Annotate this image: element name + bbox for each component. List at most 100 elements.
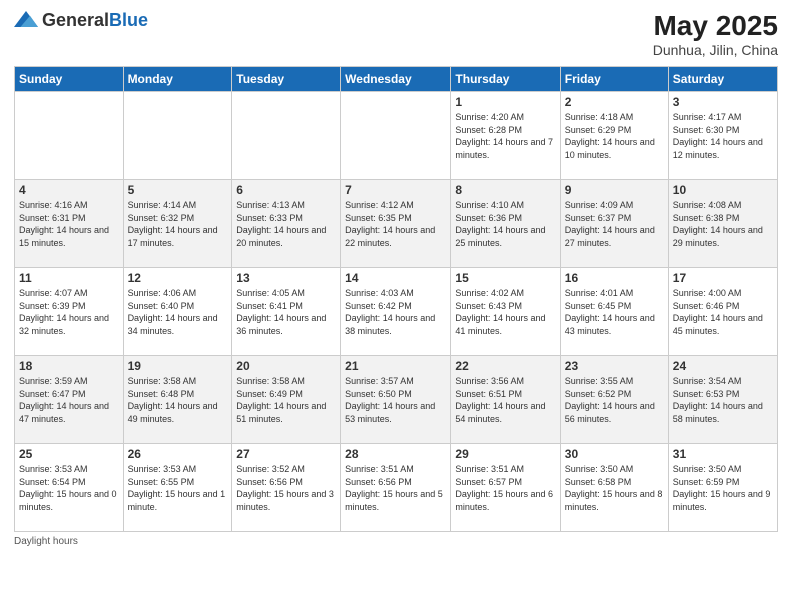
day-cell: 11 Sunrise: 4:07 AM Sunset: 6:39 PM Dayli… xyxy=(15,268,124,356)
month-year: May 2025 xyxy=(653,10,778,42)
col-wednesday: Wednesday xyxy=(341,67,451,92)
day-cell: 27 Sunrise: 3:52 AM Sunset: 6:56 PM Dayli… xyxy=(232,444,341,532)
title-block: May 2025 Dunhua, Jilin, China xyxy=(653,10,778,58)
day-info: Sunrise: 3:54 AM Sunset: 6:53 PM Dayligh… xyxy=(673,375,773,425)
col-monday: Monday xyxy=(123,67,232,92)
day-info: Sunrise: 3:53 AM Sunset: 6:55 PM Dayligh… xyxy=(128,463,228,513)
header: GeneralBlue May 2025 Dunhua, Jilin, Chin… xyxy=(14,10,778,58)
day-info: Sunrise: 4:20 AM Sunset: 6:28 PM Dayligh… xyxy=(455,111,555,161)
page: GeneralBlue May 2025 Dunhua, Jilin, Chin… xyxy=(0,0,792,612)
day-cell: 10Sunrise: 4:08 AM Sunset: 6:38 PM Dayli… xyxy=(668,180,777,268)
day-number: 8 xyxy=(455,183,555,197)
day-cell xyxy=(123,92,232,180)
day-number: 23 xyxy=(565,359,664,373)
day-cell: 30 Sunrise: 3:50 AM Sunset: 6:58 PM Dayli… xyxy=(560,444,668,532)
day-cell: 4 Sunrise: 4:16 AM Sunset: 6:31 PM Daylig… xyxy=(15,180,124,268)
col-tuesday: Tuesday xyxy=(232,67,341,92)
day-cell: 19Sunrise: 3:58 AM Sunset: 6:48 PM Dayli… xyxy=(123,356,232,444)
day-info: Sunrise: 3:59 AM Sunset: 6:47 PM Dayligh… xyxy=(19,375,119,425)
day-cell: 15Sunrise: 4:02 AM Sunset: 6:43 PM Dayli… xyxy=(451,268,560,356)
day-cell: 16 Sunrise: 4:01 AM Sunset: 6:45 PM Dayli… xyxy=(560,268,668,356)
day-info: Sunrise: 4:02 AM Sunset: 6:43 PM Dayligh… xyxy=(455,287,555,337)
day-number: 27 xyxy=(236,447,336,461)
day-cell: 1 Sunrise: 4:20 AM Sunset: 6:28 PM Daylig… xyxy=(451,92,560,180)
day-info: Sunrise: 4:03 AM Sunset: 6:42 PM Dayligh… xyxy=(345,287,446,337)
col-sunday: Sunday xyxy=(15,67,124,92)
day-cell: 13 Sunrise: 4:05 AM Sunset: 6:41 PM Dayli… xyxy=(232,268,341,356)
day-number: 3 xyxy=(673,95,773,109)
col-saturday: Saturday xyxy=(668,67,777,92)
day-cell: 26 Sunrise: 3:53 AM Sunset: 6:55 PM Dayli… xyxy=(123,444,232,532)
day-number: 5 xyxy=(128,183,228,197)
week-row-0: 1 Sunrise: 4:20 AM Sunset: 6:28 PM Daylig… xyxy=(15,92,778,180)
footer-note: Daylight hours xyxy=(14,536,778,547)
day-info: Sunrise: 3:50 AM Sunset: 6:58 PM Dayligh… xyxy=(565,463,664,513)
day-number: 16 xyxy=(565,271,664,285)
day-cell: 3 Sunrise: 4:17 AM Sunset: 6:30 PM Daylig… xyxy=(668,92,777,180)
day-number: 6 xyxy=(236,183,336,197)
day-number: 26 xyxy=(128,447,228,461)
day-cell: 17 Sunrise: 4:00 AM Sunset: 6:46 PM Dayli… xyxy=(668,268,777,356)
day-number: 17 xyxy=(673,271,773,285)
day-cell: 8 Sunrise: 4:10 AM Sunset: 6:36 PM Daylig… xyxy=(451,180,560,268)
day-info: Sunrise: 3:51 AM Sunset: 6:57 PM Dayligh… xyxy=(455,463,555,513)
day-number: 11 xyxy=(19,271,119,285)
week-row-2: 11 Sunrise: 4:07 AM Sunset: 6:39 PM Dayli… xyxy=(15,268,778,356)
col-thursday: Thursday xyxy=(451,67,560,92)
day-number: 13 xyxy=(236,271,336,285)
week-row-1: 4 Sunrise: 4:16 AM Sunset: 6:31 PM Daylig… xyxy=(15,180,778,268)
day-cell: 23 Sunrise: 3:55 AM Sunset: 6:52 PM Dayli… xyxy=(560,356,668,444)
location: Dunhua, Jilin, China xyxy=(653,42,778,58)
day-info: Sunrise: 4:16 AM Sunset: 6:31 PM Dayligh… xyxy=(19,199,119,249)
day-cell: 5Sunrise: 4:14 AM Sunset: 6:32 PM Daylig… xyxy=(123,180,232,268)
calendar: Sunday Monday Tuesday Wednesday Thursday… xyxy=(14,66,778,532)
day-number: 18 xyxy=(19,359,119,373)
day-info: Sunrise: 4:07 AM Sunset: 6:39 PM Dayligh… xyxy=(19,287,119,337)
day-number: 31 xyxy=(673,447,773,461)
logo: GeneralBlue xyxy=(14,10,148,31)
day-cell: 29 Sunrise: 3:51 AM Sunset: 6:57 PM Dayli… xyxy=(451,444,560,532)
header-row: Sunday Monday Tuesday Wednesday Thursday… xyxy=(15,67,778,92)
day-info: Sunrise: 3:52 AM Sunset: 6:56 PM Dayligh… xyxy=(236,463,336,513)
day-info: Sunrise: 4:05 AM Sunset: 6:41 PM Dayligh… xyxy=(236,287,336,337)
week-row-4: 25Sunrise: 3:53 AM Sunset: 6:54 PM Dayli… xyxy=(15,444,778,532)
day-info: Sunrise: 4:01 AM Sunset: 6:45 PM Dayligh… xyxy=(565,287,664,337)
day-number: 29 xyxy=(455,447,555,461)
day-info: Sunrise: 4:10 AM Sunset: 6:36 PM Dayligh… xyxy=(455,199,555,249)
logo-blue: Blue xyxy=(109,10,148,30)
day-cell: 22Sunrise: 3:56 AM Sunset: 6:51 PM Dayli… xyxy=(451,356,560,444)
logo-icon xyxy=(14,11,38,31)
day-number: 1 xyxy=(455,95,555,109)
day-cell: 21Sunrise: 3:57 AM Sunset: 6:50 PM Dayli… xyxy=(341,356,451,444)
day-number: 9 xyxy=(565,183,664,197)
day-number: 22 xyxy=(455,359,555,373)
day-cell: 28Sunrise: 3:51 AM Sunset: 6:56 PM Dayli… xyxy=(341,444,451,532)
day-info: Sunrise: 4:17 AM Sunset: 6:30 PM Dayligh… xyxy=(673,111,773,161)
day-info: Sunrise: 4:13 AM Sunset: 6:33 PM Dayligh… xyxy=(236,199,336,249)
day-cell: 2Sunrise: 4:18 AM Sunset: 6:29 PM Daylig… xyxy=(560,92,668,180)
day-number: 4 xyxy=(19,183,119,197)
logo-text: GeneralBlue xyxy=(42,10,148,31)
day-cell: 31Sunrise: 3:50 AM Sunset: 6:59 PM Dayli… xyxy=(668,444,777,532)
day-cell: 18 Sunrise: 3:59 AM Sunset: 6:47 PM Dayli… xyxy=(15,356,124,444)
day-info: Sunrise: 3:57 AM Sunset: 6:50 PM Dayligh… xyxy=(345,375,446,425)
day-info: Sunrise: 4:00 AM Sunset: 6:46 PM Dayligh… xyxy=(673,287,773,337)
day-number: 12 xyxy=(128,271,228,285)
day-info: Sunrise: 3:55 AM Sunset: 6:52 PM Dayligh… xyxy=(565,375,664,425)
day-info: Sunrise: 4:09 AM Sunset: 6:37 PM Dayligh… xyxy=(565,199,664,249)
day-number: 30 xyxy=(565,447,664,461)
day-number: 14 xyxy=(345,271,446,285)
day-number: 7 xyxy=(345,183,446,197)
day-cell: 24 Sunrise: 3:54 AM Sunset: 6:53 PM Dayli… xyxy=(668,356,777,444)
day-cell: 20Sunrise: 3:58 AM Sunset: 6:49 PM Dayli… xyxy=(232,356,341,444)
day-info: Sunrise: 4:08 AM Sunset: 6:38 PM Dayligh… xyxy=(673,199,773,249)
day-cell: 12 Sunrise: 4:06 AM Sunset: 6:40 PM Dayli… xyxy=(123,268,232,356)
day-number: 20 xyxy=(236,359,336,373)
day-cell: 25Sunrise: 3:53 AM Sunset: 6:54 PM Dayli… xyxy=(15,444,124,532)
day-cell xyxy=(341,92,451,180)
day-info: Sunrise: 4:12 AM Sunset: 6:35 PM Dayligh… xyxy=(345,199,446,249)
day-cell: 6 Sunrise: 4:13 AM Sunset: 6:33 PM Daylig… xyxy=(232,180,341,268)
day-info: Sunrise: 4:06 AM Sunset: 6:40 PM Dayligh… xyxy=(128,287,228,337)
day-number: 24 xyxy=(673,359,773,373)
day-cell: 14 Sunrise: 4:03 AM Sunset: 6:42 PM Dayli… xyxy=(341,268,451,356)
